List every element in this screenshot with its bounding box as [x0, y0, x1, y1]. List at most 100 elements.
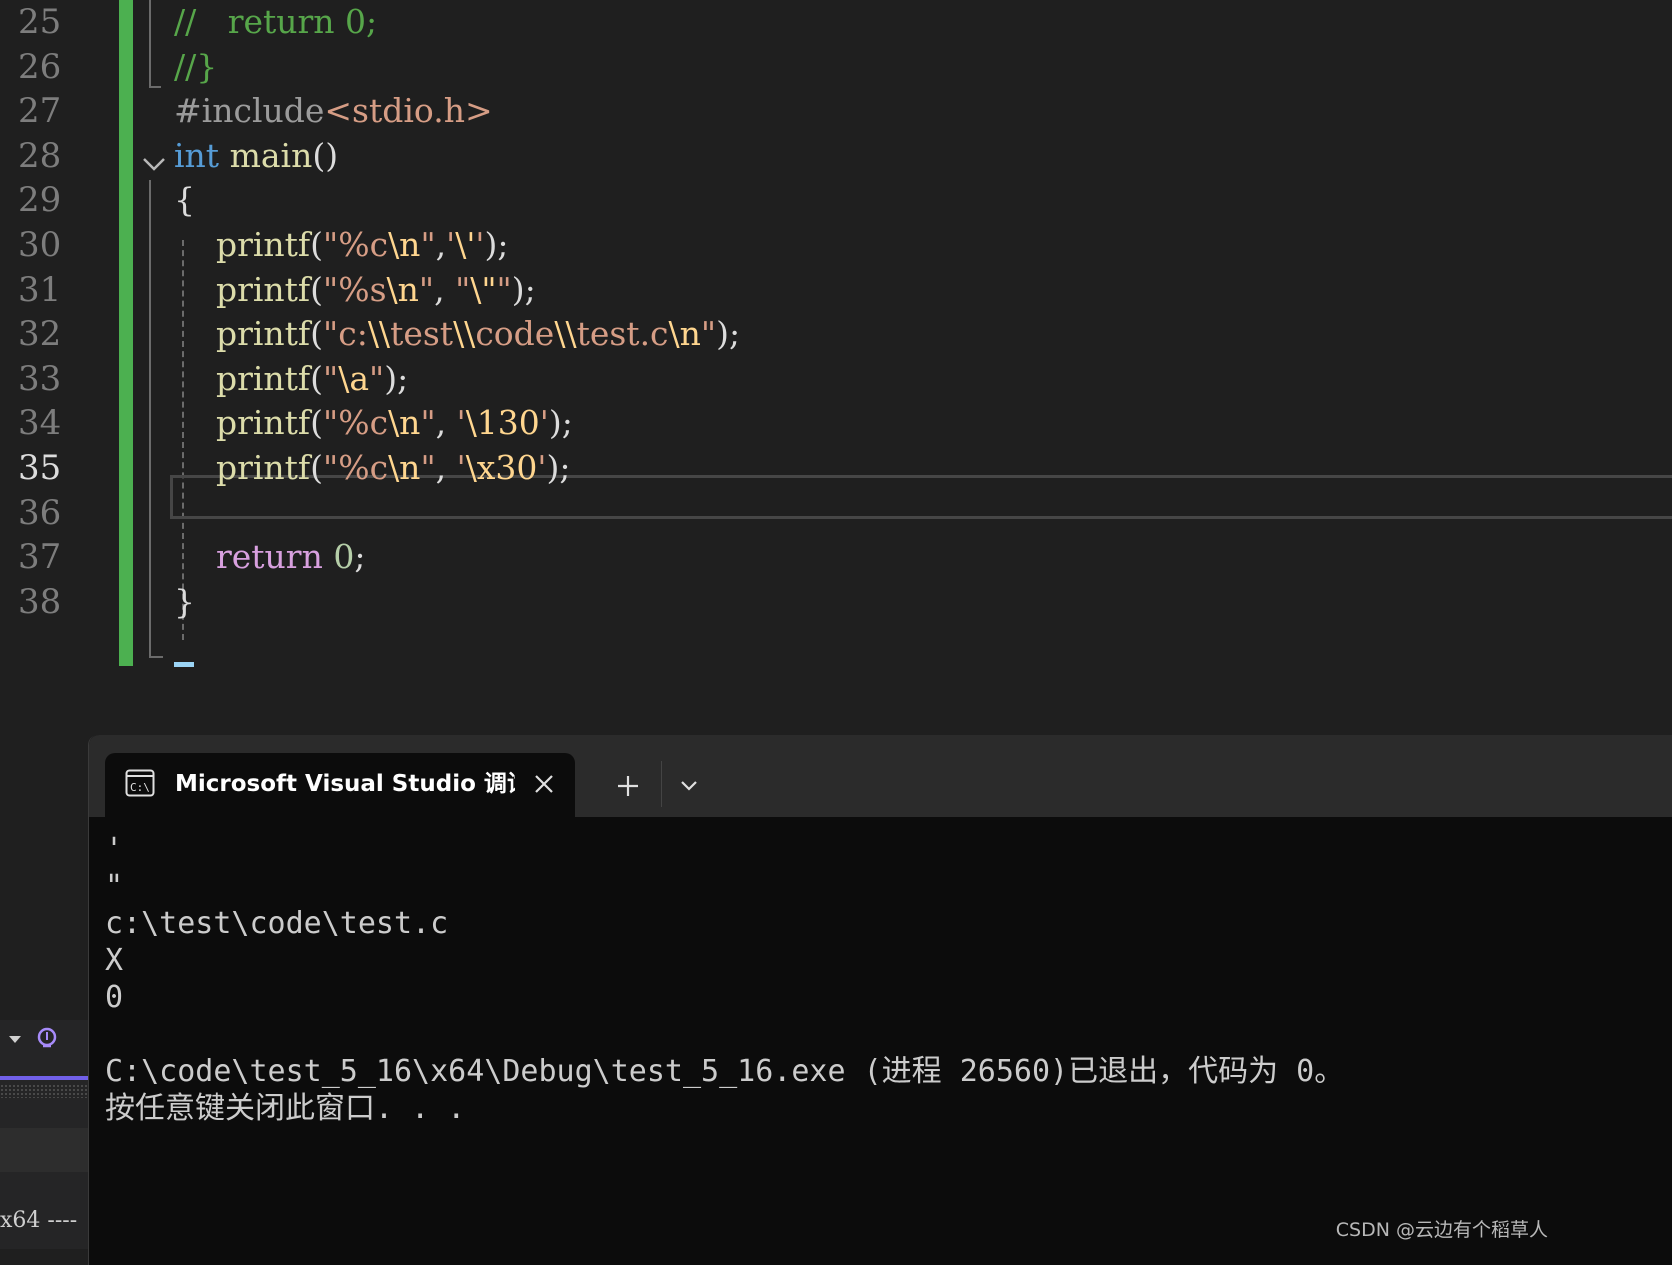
- code-token: ,: [434, 269, 456, 309]
- code-token: \n: [388, 225, 421, 264]
- code-token: \130: [465, 403, 540, 443]
- code-token: \n: [388, 403, 421, 443]
- code-token: "c:: [323, 314, 368, 354]
- code-token: ': [456, 403, 466, 443]
- code-token: printf: [215, 448, 311, 487]
- line-number: 29: [18, 180, 62, 221]
- code-token: ": [323, 358, 339, 398]
- code-token: );: [548, 403, 573, 443]
- line-number: 35: [18, 448, 62, 488]
- code-token: ": [420, 403, 436, 443]
- panel-header: [0, 1128, 88, 1172]
- code-token: \\: [554, 314, 577, 354]
- code-line: printf("c:\\test\\code\\test.c\n");: [174, 312, 740, 356]
- code-line: //}: [174, 45, 217, 89]
- code-token: \": [470, 269, 497, 309]
- code-token: ": [420, 448, 436, 487]
- console-line: X: [105, 943, 124, 978]
- console-line: ': [105, 832, 124, 867]
- code-token: "%c: [323, 403, 389, 443]
- code-line: #include<stdio.h>: [174, 89, 493, 133]
- code-token: (: [310, 225, 324, 264]
- code-line: }: [174, 580, 195, 624]
- line-number: 37: [18, 537, 62, 578]
- code-token: \n: [386, 269, 419, 309]
- code-token: ': [456, 448, 466, 487]
- code-line: // return 0;: [174, 0, 377, 44]
- code-token: {: [174, 180, 195, 220]
- collapse-chevron-icon[interactable]: [140, 150, 168, 178]
- new-tab-plus-icon[interactable]: [615, 773, 641, 799]
- code-token: ,: [435, 403, 457, 443]
- dropdown-arrow-icon[interactable]: [8, 1032, 22, 1046]
- code-token: \x30: [465, 448, 538, 487]
- code-token: //}: [174, 46, 218, 86]
- console-line: 0: [105, 980, 124, 1015]
- terminal-tab[interactable]: C:\ Microsoft Visual Studio 调试控制台: [105, 753, 575, 817]
- code-token: <stdio.h>: [324, 91, 493, 131]
- code-token: \': [455, 225, 476, 264]
- fold-guide-main-end: [149, 656, 163, 658]
- code-token: test.c: [576, 314, 669, 354]
- close-icon[interactable]: [533, 773, 555, 795]
- fold-guide-comment: [149, 0, 151, 88]
- code-token: ': [537, 448, 547, 487]
- console-line: c:\test\code\test.c: [105, 906, 449, 941]
- code-token: ": [700, 314, 717, 354]
- terminal-tab-strip: C:\ Microsoft Visual Studio 调试控制台: [89, 735, 1672, 817]
- code-token: main: [229, 135, 313, 175]
- code-line: printf("%s\n", "\"");: [174, 268, 536, 312]
- code-token: (: [310, 314, 324, 354]
- fold-guide-main: [149, 180, 151, 658]
- code-token: test: [390, 314, 454, 354]
- line-number: 30: [18, 225, 62, 265]
- chevron-down-icon[interactable]: [679, 779, 699, 793]
- code-line: printf("%c\n",'\'');: [174, 223, 509, 267]
- left-panel-strip: x64 ----: [0, 1020, 88, 1249]
- code-token: #include: [174, 91, 325, 131]
- code-token: "%c: [323, 448, 389, 487]
- code-token: "%c: [323, 225, 389, 264]
- code-token: (: [310, 269, 324, 309]
- code-token: );: [384, 358, 409, 398]
- copilot-icon[interactable]: [34, 1026, 60, 1052]
- console-icon: C:\: [125, 769, 155, 797]
- code-token: printf: [215, 358, 311, 398]
- code-token: \\: [453, 314, 476, 354]
- line-number: 33: [18, 358, 62, 399]
- code-token: );: [546, 448, 571, 487]
- svg-text:C:\: C:\: [130, 781, 150, 794]
- code-editor[interactable]: 25 26 27 28 29 30 31 32 33 34 35 36 37 38 // return 0…: [0, 0, 1672, 740]
- code-token: printf: [215, 269, 311, 309]
- tab-title: Microsoft Visual Studio 调试控制台: [175, 771, 515, 797]
- code-token: code: [475, 314, 555, 354]
- text-cursor: [174, 662, 194, 667]
- code-token: ': [446, 225, 456, 264]
- code-line: printf("\a");: [174, 357, 408, 401]
- line-number: 38: [18, 581, 62, 622]
- code-token: ": [496, 269, 512, 309]
- line-number-gutter: 25 26 27 28 29 30 31 32 33 34 35 36 37 38: [0, 0, 110, 680]
- tab-divider: [661, 761, 662, 807]
- code-token: // return 0;: [174, 2, 378, 41]
- code-token: ;: [354, 537, 366, 577]
- code-token: printf: [215, 225, 311, 264]
- code-token: ": [455, 269, 471, 309]
- code-line: printf("%c\n", '\130');: [174, 401, 573, 445]
- code-token: \a: [338, 358, 370, 398]
- code-token: (: [310, 403, 324, 443]
- code-line: printf("%c\n", '\x30');: [174, 446, 571, 490]
- fold-guide-comment-end: [149, 86, 161, 88]
- line-number: 28: [18, 135, 62, 176]
- code-token: ": [418, 269, 435, 309]
- console-output[interactable]: ' " c:\test\code\test.c X 0 C:\code\test_5_16…: [105, 831, 1344, 1127]
- console-line: 按任意键关闭此窗口. . .: [105, 1091, 466, 1126]
- console-line: ": [105, 869, 124, 904]
- debug-console-window[interactable]: C:\ Microsoft Visual Studio 调试控制台 '"c:\t…: [88, 735, 1672, 1265]
